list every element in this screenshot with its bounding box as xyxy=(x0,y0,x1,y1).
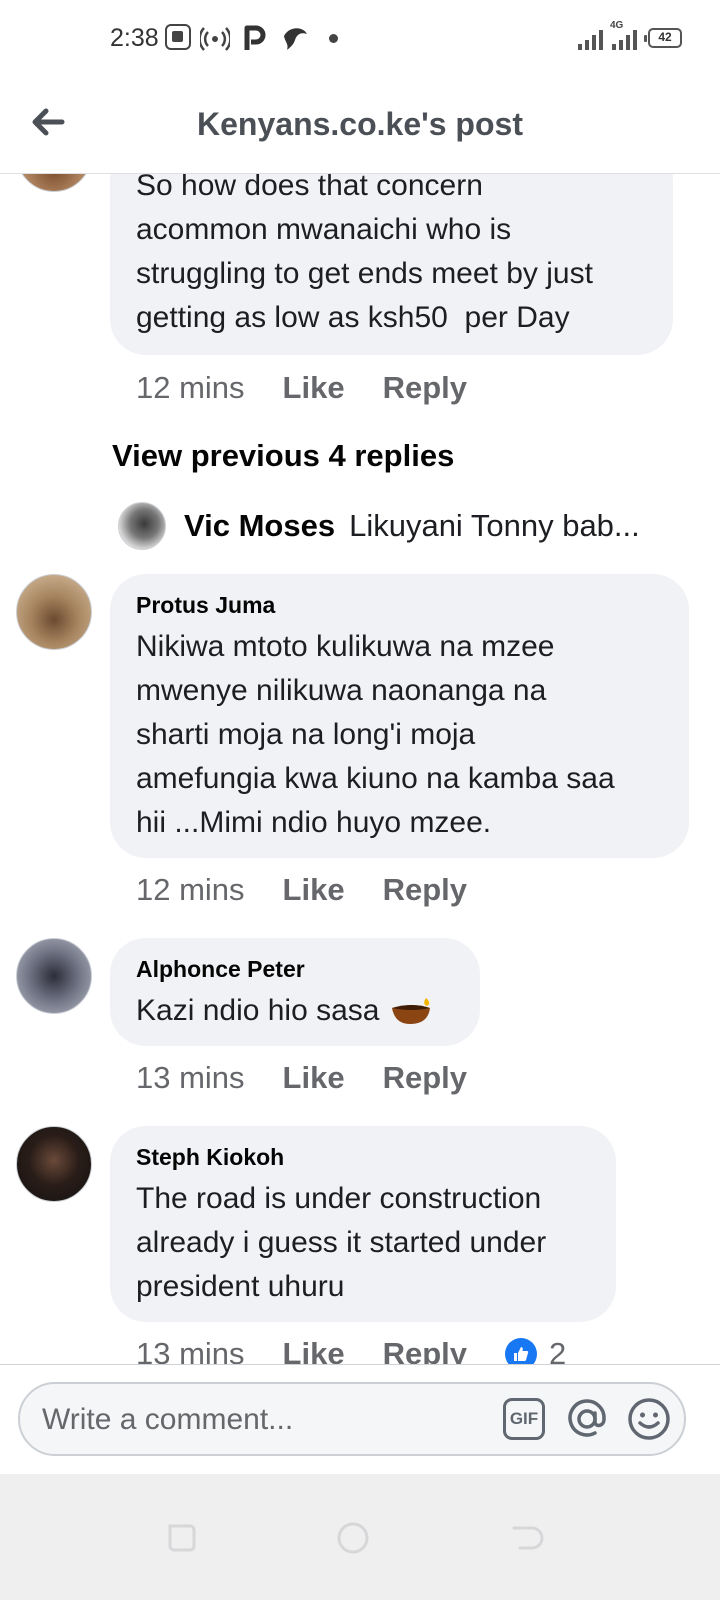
wifi-signal-icon xyxy=(578,26,603,50)
comment-text: Nikiwa mtoto kulikuwa na mzee mwenye nil… xyxy=(136,630,615,839)
comment-text: Kazi ndio hio sasa xyxy=(136,994,380,1027)
like-button[interactable]: Like xyxy=(283,1336,345,1364)
home-icon[interactable] xyxy=(335,1520,371,1556)
reply-author[interactable]: Vic Moses xyxy=(184,508,335,544)
reply-text: Likuyani Tonny bab... xyxy=(349,508,640,543)
comment-time[interactable]: 12 mins xyxy=(136,872,245,908)
view-previous-replies-link[interactable]: View previous 4 replies xyxy=(112,438,454,474)
like-count-value: 2 xyxy=(549,1336,567,1364)
reply-button[interactable]: Reply xyxy=(383,1336,467,1364)
notification-dot xyxy=(329,34,338,43)
like-count[interactable]: 2 xyxy=(505,1336,566,1364)
avatar[interactable] xyxy=(16,938,92,1014)
comment-text: So how does that concern acommon mwanaic… xyxy=(136,174,593,334)
battery-icon: 42 xyxy=(644,28,682,48)
comment-composer-bar: GIF xyxy=(0,1364,720,1475)
thumbs-up-icon xyxy=(505,1338,537,1364)
cell-signal-icon xyxy=(612,26,637,50)
comment-time[interactable]: 13 mins xyxy=(136,1336,245,1364)
comment-input[interactable] xyxy=(40,1398,484,1442)
comment-bubble[interactable]: Protus Juma Nikiwa mtoto kulikuwa na mze… xyxy=(110,574,689,858)
comment-author[interactable]: Alphonce Peter xyxy=(136,956,454,983)
comment-time[interactable]: 13 mins xyxy=(136,1060,245,1096)
comment-time[interactable]: 12 mins xyxy=(136,370,245,406)
comment-actions: 12 mins Like Reply xyxy=(136,370,505,406)
gif-button[interactable]: GIF xyxy=(503,1398,545,1440)
reply-button[interactable]: Reply xyxy=(383,872,467,908)
emoji-icon[interactable] xyxy=(626,1396,672,1442)
system-navigation-bar xyxy=(0,1474,720,1600)
mention-icon[interactable] xyxy=(564,1396,610,1442)
comment-author[interactable]: Protus Juma xyxy=(136,592,663,619)
avatar[interactable] xyxy=(118,502,166,550)
status-bar: 2:38 4G 42 xyxy=(0,0,720,80)
app-notification-icon xyxy=(165,24,191,50)
avatar[interactable] xyxy=(16,174,92,192)
like-button[interactable]: Like xyxy=(283,1060,345,1096)
comment-text: The road is under construction already i… xyxy=(136,1182,547,1303)
recent-apps-icon[interactable] xyxy=(162,1520,198,1556)
post-header: Kenyans.co.ke's post xyxy=(0,80,720,174)
comment-bubble[interactable]: Alphonce Peter Kazi ndio hio sasa xyxy=(110,938,480,1046)
avatar[interactable] xyxy=(16,574,92,650)
reply-button[interactable]: Reply xyxy=(383,370,467,406)
reply-preview[interactable]: Vic Moses Likuyani Tonny bab... xyxy=(118,502,640,550)
comment-actions: 13 mins Like Reply xyxy=(136,1060,505,1096)
parking-app-icon xyxy=(244,25,266,50)
comment-author[interactable]: Steph Kiokoh xyxy=(136,1144,590,1171)
hotspot-icon xyxy=(200,27,230,51)
comment-actions: 12 mins Like Reply xyxy=(136,872,505,908)
comment-actions: 13 mins Like Reply 2 xyxy=(136,1336,566,1364)
comment-bubble[interactable]: So how does that concern acommon mwanaic… xyxy=(110,174,673,355)
diya-lamp-emoji-icon xyxy=(391,998,430,1024)
avatar[interactable] xyxy=(16,1126,92,1202)
comments-list[interactable]: So how does that concern acommon mwanaic… xyxy=(0,174,720,1364)
like-button[interactable]: Like xyxy=(283,370,345,406)
reply-button[interactable]: Reply xyxy=(383,1060,467,1096)
status-time: 2:38 xyxy=(110,24,159,52)
like-button[interactable]: Like xyxy=(283,872,345,908)
comment-bubble[interactable]: Steph Kiokoh The road is under construct… xyxy=(110,1126,616,1322)
bird-app-icon xyxy=(284,28,307,50)
page-title: Kenyans.co.ke's post xyxy=(197,106,523,142)
comment-composer[interactable]: GIF xyxy=(18,1382,686,1456)
back-nav-icon[interactable] xyxy=(508,1520,544,1556)
